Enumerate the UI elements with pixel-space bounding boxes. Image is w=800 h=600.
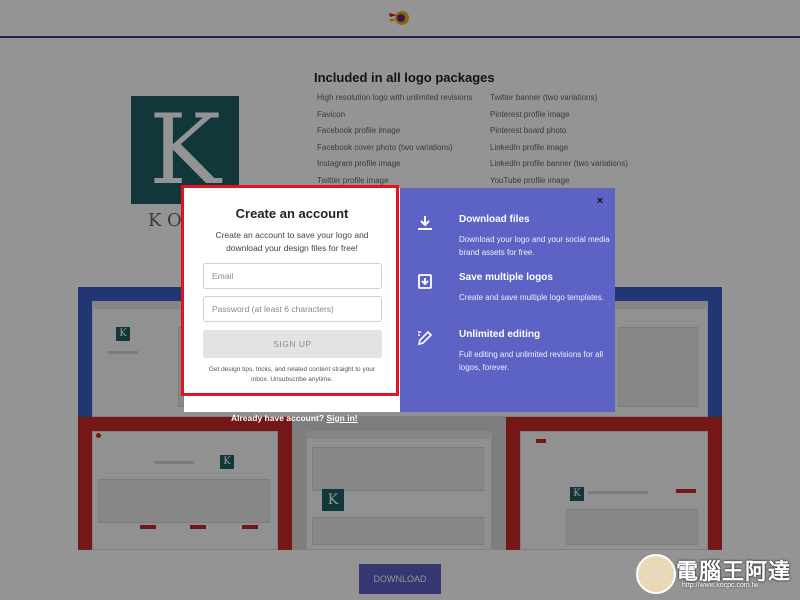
password-field[interactable] xyxy=(203,296,382,322)
features-panel: × Download files Download your logo and … xyxy=(400,188,615,412)
modal-subtitle: Create an account to save your logo and … xyxy=(215,230,369,253)
sign-up-button[interactable]: SIGN UP xyxy=(203,330,382,358)
save-multiple-icon xyxy=(418,274,432,289)
close-icon[interactable]: × xyxy=(593,194,607,208)
site-watermark: 電腦王阿達 http://www.kocpc.com.tw xyxy=(636,552,796,596)
mascot-icon xyxy=(636,554,676,594)
sign-in-prompt: Already have account? Sign in! xyxy=(231,413,358,423)
feature-title: Unlimited editing xyxy=(459,329,541,340)
email-field[interactable] xyxy=(203,263,382,289)
sign-in-prompt-text: Already have account? xyxy=(231,413,325,423)
feature-description: Full editing and unlimited revisions for… xyxy=(459,350,604,372)
download-icon xyxy=(418,216,432,230)
watermark-url: http://www.kocpc.com.tw xyxy=(682,582,759,589)
feature-description: Download your logo and your social media… xyxy=(459,235,610,257)
edit-icon xyxy=(417,330,433,346)
create-account-modal: Create an account Create an account to s… xyxy=(184,188,615,412)
feature-title: Save multiple logos xyxy=(459,272,553,283)
modal-title: Create an account xyxy=(235,206,349,221)
newsletter-fine-print: Get design tips, tricks, and related con… xyxy=(208,366,376,383)
feature-title: Download files xyxy=(459,214,530,225)
feature-description: Create and save multiple logo templates. xyxy=(459,293,604,302)
sign-in-link[interactable]: Sign in! xyxy=(326,413,357,423)
signup-form-panel: Create an account Create an account to s… xyxy=(184,188,400,412)
